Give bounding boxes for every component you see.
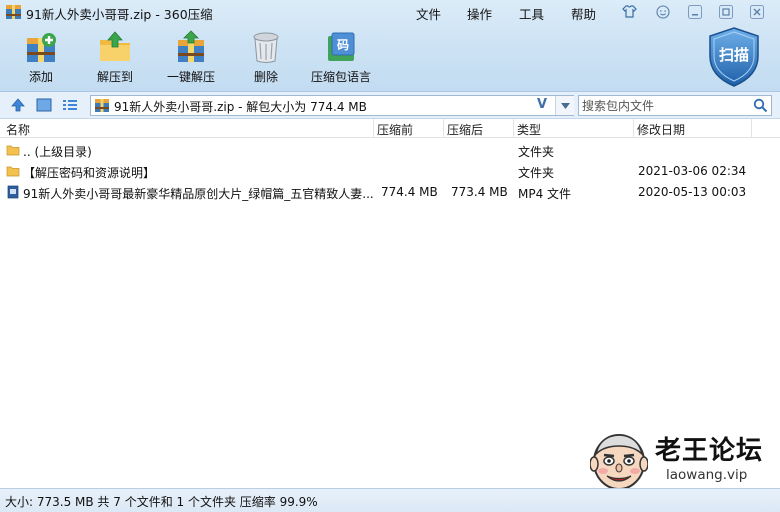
search-box[interactable] [578, 95, 772, 116]
up-level-icon[interactable] [9, 96, 27, 114]
archive-language-button[interactable]: 码 压缩包语言 [305, 30, 377, 88]
file-modified: 2020-05-13 00:03 [638, 185, 747, 199]
video-file-icon [7, 185, 19, 199]
maximize-icon[interactable] [717, 4, 734, 19]
column-size-after[interactable]: 压缩后 [447, 121, 483, 138]
watermark-subtitle: laowang.vip [666, 467, 748, 483]
address-path: 91新人外卖小哥哥.zip - 解包大小为 774.4 MB [114, 100, 367, 114]
watermark-title: 老王论坛 [655, 436, 764, 466]
file-name: 【解压密码和资源说明】 [23, 166, 156, 180]
archive-app-icon [6, 5, 21, 19]
search-icon[interactable] [753, 98, 768, 113]
column-divider[interactable] [633, 119, 634, 137]
archive-language-label: 压缩包语言 [310, 70, 371, 84]
feedback-icon[interactable] [654, 4, 671, 19]
title-bar: 91新人外卖小哥哥.zip - 360压缩 文件 操作 工具 帮助 [0, 0, 780, 24]
verify-icon[interactable]: V [537, 97, 547, 112]
column-divider[interactable] [373, 119, 374, 137]
add-button[interactable]: 添加 [7, 30, 75, 88]
delete-button[interactable]: 删除 [232, 30, 300, 88]
svg-text:码: 码 [337, 38, 349, 52]
delete-label: 删除 [253, 70, 278, 84]
status-text: 大小: 773.5 MB 共 7 个文件和 1 个文件夹 压缩率 99.9% [5, 495, 318, 509]
list-view-icon[interactable] [61, 96, 79, 114]
folder-icon [6, 145, 20, 156]
file-size-before: 774.4 MB [381, 185, 438, 199]
scan-button[interactable]: 扫描 [706, 26, 762, 88]
add-label: 添加 [28, 70, 53, 84]
watermark-logo [590, 434, 648, 490]
address-dropdown-icon[interactable] [555, 96, 574, 115]
column-size-before[interactable]: 压缩前 [377, 121, 413, 138]
column-name[interactable]: 名称 [6, 121, 30, 138]
one-click-extract-icon [178, 30, 204, 62]
file-list-header: 名称 压缩前 压缩后 类型 修改日期 [0, 119, 780, 138]
add-archive-icon [27, 33, 56, 62]
column-divider[interactable] [513, 119, 514, 137]
thumbnail-view-icon[interactable] [35, 96, 53, 114]
column-divider[interactable] [751, 119, 752, 137]
extract-folder-icon [100, 31, 130, 61]
file-name: .. (上级目录) [23, 145, 92, 159]
column-modified[interactable]: 修改日期 [637, 121, 685, 138]
minimize-icon[interactable] [686, 4, 703, 19]
search-input[interactable] [582, 97, 750, 114]
file-name: 91新人外卖小哥哥最新豪华精品原创大片_绿帽篇_五官精致人妻... [23, 187, 374, 201]
window-chrome: 91新人外卖小哥哥.zip - 360压缩 文件 操作 工具 帮助 添加 解压到… [0, 0, 780, 92]
zip-file-icon [95, 99, 109, 112]
one-click-extract-button[interactable]: 一键解压 [157, 30, 225, 88]
file-type: 文件夹 [518, 145, 555, 159]
window-title: 91新人外卖小哥哥.zip - 360压缩 [26, 7, 213, 22]
scan-label: 扫描 [718, 46, 749, 64]
close-icon[interactable] [748, 4, 765, 19]
file-type: 文件夹 [518, 166, 555, 180]
status-bar: 大小: 773.5 MB 共 7 个文件和 1 个文件夹 压缩率 99.9% [0, 488, 780, 512]
address-row: 91新人外卖小哥哥.zip - 解包大小为 774.4 MB V [0, 92, 780, 119]
file-row-parent[interactable]: .. (上级目录) 文件夹 [0, 140, 780, 160]
menu-file[interactable]: 文件 [416, 4, 441, 23]
menu-operation[interactable]: 操作 [467, 4, 492, 23]
extract-to-label: 解压到 [96, 70, 133, 84]
one-click-extract-label: 一键解压 [166, 70, 215, 84]
file-modified: 2021-03-06 02:34 [638, 164, 747, 178]
file-row-video[interactable]: 91新人外卖小哥哥最新豪华精品原创大片_绿帽篇_五官精致人妻... 774.4 … [0, 182, 780, 202]
skin-icon[interactable] [621, 4, 638, 19]
folder-icon [6, 166, 20, 177]
file-size-after: 773.4 MB [451, 185, 508, 199]
menu-help[interactable]: 帮助 [571, 4, 596, 23]
menu-tools[interactable]: 工具 [519, 4, 544, 23]
trash-icon [253, 32, 279, 63]
language-icon: 码 [328, 32, 355, 61]
file-type: MP4 文件 [518, 187, 572, 201]
column-type[interactable]: 类型 [517, 121, 541, 138]
file-row-folder[interactable]: 【解压密码和资源说明】 文件夹 2021-03-06 02:34 [0, 161, 780, 181]
column-divider[interactable] [443, 119, 444, 137]
extract-to-button[interactable]: 解压到 [81, 30, 149, 88]
address-bar[interactable]: 91新人外卖小哥哥.zip - 解包大小为 774.4 MB V [90, 95, 574, 116]
